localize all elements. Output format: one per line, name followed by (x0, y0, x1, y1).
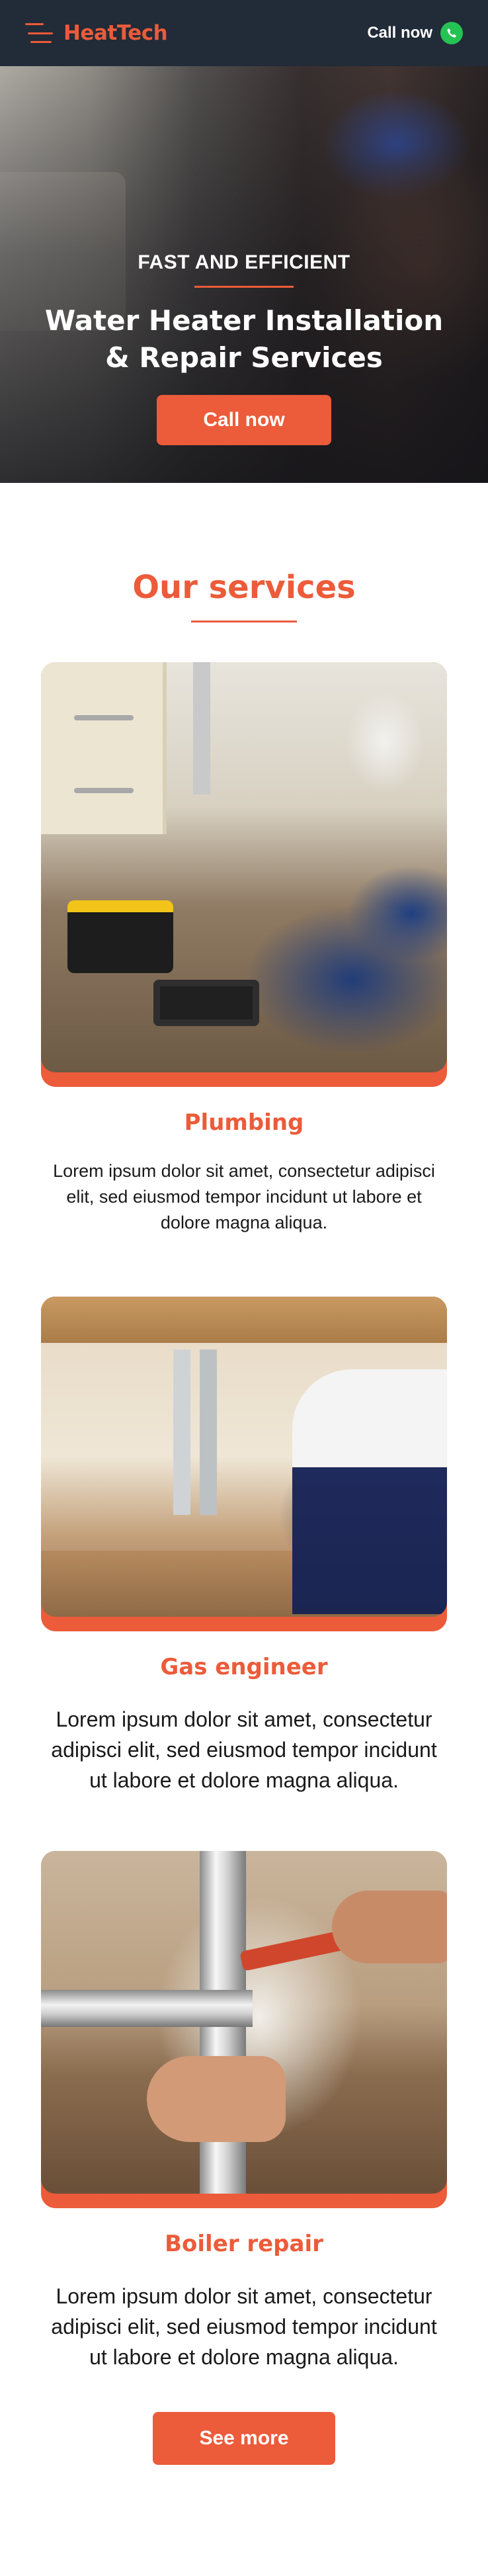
hero-content: FAST AND EFFICIENT Water Heater Installa… (0, 251, 488, 445)
services-section: Our services Plumbing Lorem ipsum dolor … (0, 483, 488, 2465)
plumbing-photo (41, 662, 447, 1072)
services-list: Plumbing Lorem ipsum dolor sit amet, con… (0, 662, 488, 2372)
hero-eyebrow: FAST AND EFFICIENT (138, 251, 350, 273)
hamburger-menu-icon[interactable] (25, 23, 53, 43)
service-card-gas-engineer: Gas engineer Lorem ipsum dolor sit amet,… (41, 1297, 447, 1795)
hero-section: FAST AND EFFICIENT Water Heater Installa… (0, 66, 488, 483)
services-title-divider (191, 621, 297, 623)
logo[interactable]: HeatTech (63, 21, 168, 45)
service-card-title: Boiler repair (165, 2231, 323, 2257)
site-header: HeatTech Call now (0, 0, 488, 66)
hero-title: Water Heater Installation & Repair Servi… (0, 302, 488, 376)
service-card-text: Lorem ipsum dolor sit amet, consectetur … (51, 1707, 437, 1792)
brand: HeatTech (25, 21, 168, 45)
whatsapp-phone-icon (440, 22, 463, 44)
service-card-text: Lorem ipsum dolor sit amet, consectetur … (51, 2284, 437, 2369)
service-card-plumbing: Plumbing Lorem ipsum dolor sit amet, con… (41, 662, 447, 1236)
gas-engineer-photo (41, 1297, 447, 1617)
service-card-boiler-repair: Boiler repair Lorem ipsum dolor sit amet… (41, 1851, 447, 2372)
service-card-text: Lorem ipsum dolor sit amet, consectetur … (53, 1161, 435, 1232)
header-call-now-link[interactable]: Call now (367, 22, 463, 44)
hero-title-line-2: & Repair Services (105, 341, 383, 374)
service-card-media (41, 1851, 447, 2208)
service-card-media (41, 662, 447, 1087)
service-card-title: Plumbing (184, 1109, 304, 1136)
hero-call-now-button[interactable]: Call now (157, 395, 331, 445)
hero-title-line-1: Water Heater Installation (44, 304, 444, 337)
boiler-repair-photo (41, 1851, 447, 2194)
hero-divider (194, 286, 294, 288)
service-card-title: Gas engineer (160, 1654, 328, 1680)
see-more-button[interactable]: See more (153, 2412, 335, 2465)
header-call-label: Call now (367, 24, 432, 42)
services-title: Our services (132, 569, 356, 606)
service-card-media (41, 1297, 447, 1631)
